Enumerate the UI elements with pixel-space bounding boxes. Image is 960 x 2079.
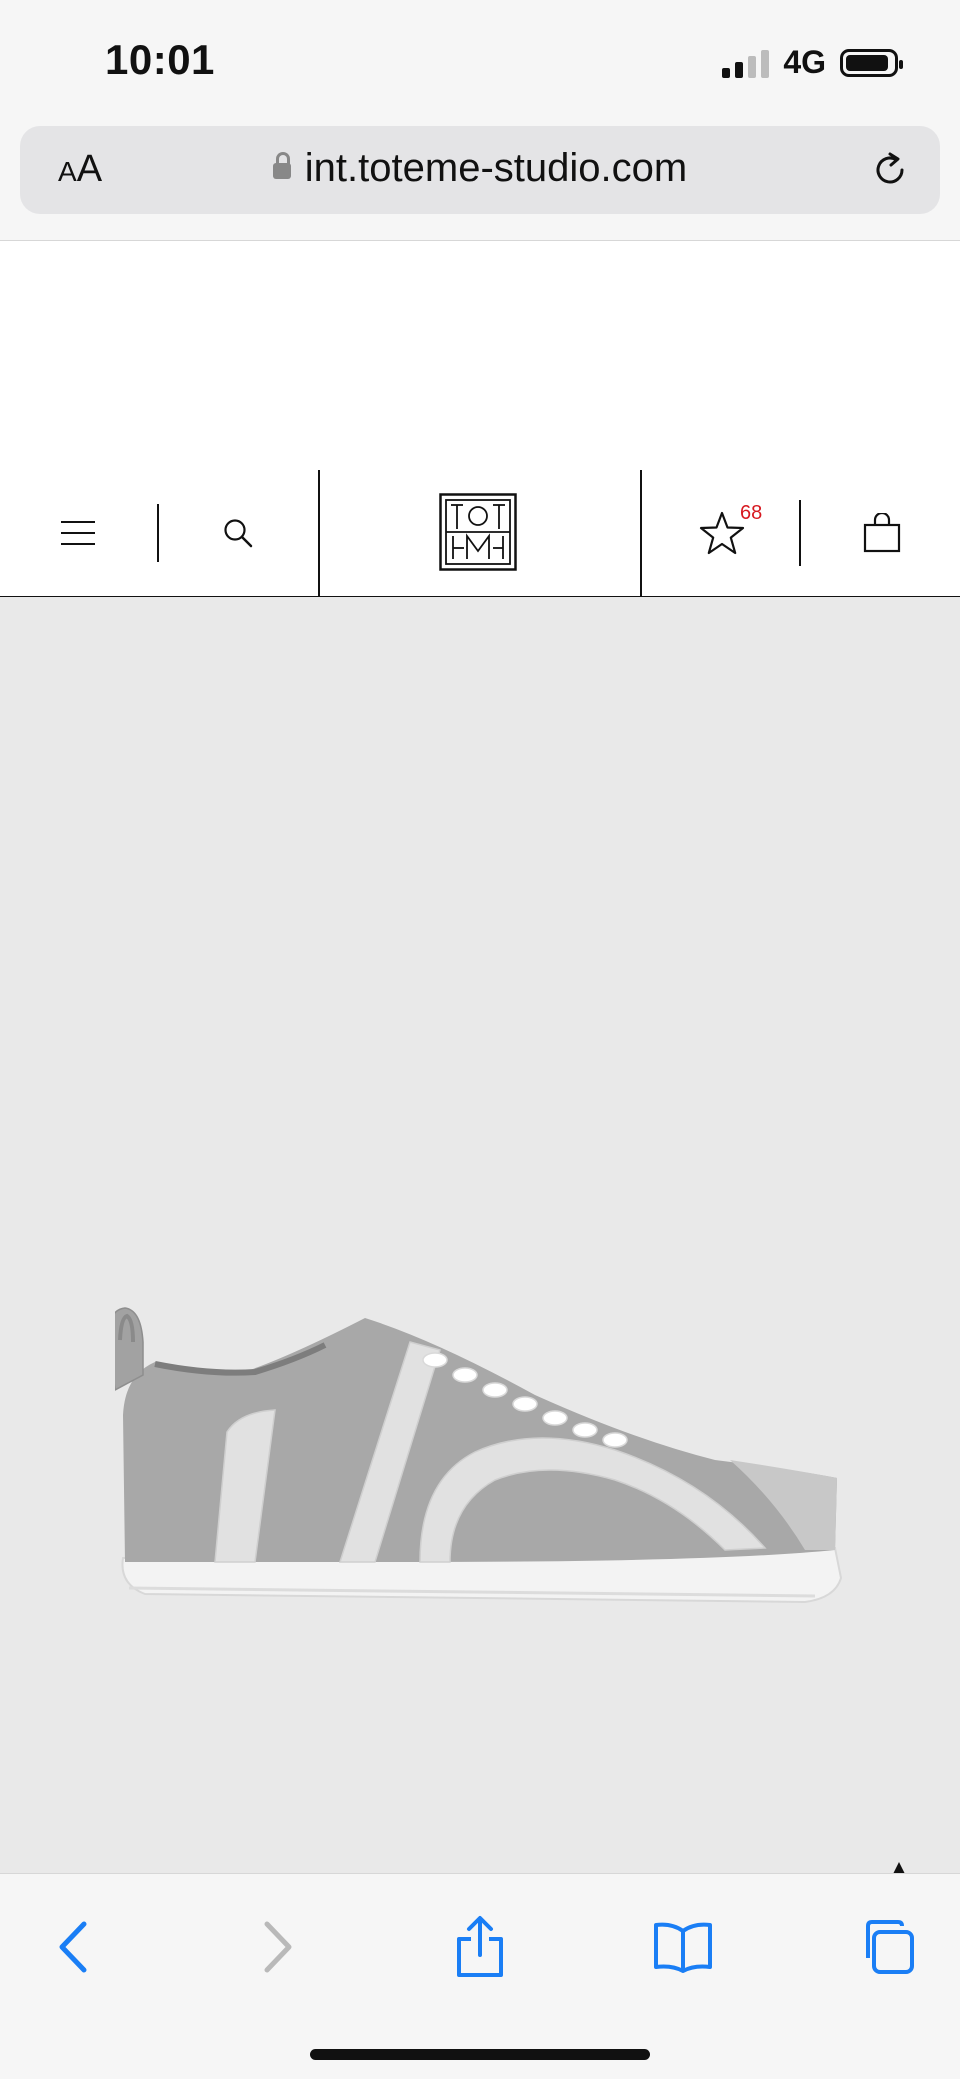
bookmarks-icon	[654, 1922, 712, 1973]
signal-icon	[722, 48, 770, 78]
toteme-logo-icon	[439, 493, 517, 571]
lock-icon	[272, 152, 291, 179]
bookmarks-button[interactable]	[648, 1912, 718, 1982]
address-bar[interactable]: AA int.toteme-studio.com	[20, 126, 940, 214]
divider	[157, 504, 159, 562]
search-button[interactable]	[210, 510, 266, 556]
shopping-bag-icon	[863, 513, 901, 553]
address-bar-area: AA int.toteme-studio.com	[0, 120, 960, 241]
star-icon	[699, 511, 745, 555]
product-image-area[interactable]	[0, 597, 960, 1873]
network-type: 4G	[783, 44, 826, 80]
back-icon	[59, 1921, 87, 1973]
tabs-icon	[866, 1920, 914, 1974]
status-bar: 10:01 4G	[0, 0, 960, 120]
divider	[799, 500, 801, 566]
site-header: 68	[0, 470, 960, 598]
battery-icon	[840, 48, 903, 77]
forward-icon	[264, 1921, 292, 1973]
menu-button[interactable]	[50, 510, 106, 556]
url-field[interactable]: int.toteme-studio.com	[20, 146, 940, 191]
home-indicator[interactable]	[310, 2049, 650, 2060]
wishlist-count-badge: 68	[740, 502, 763, 524]
logo-link[interactable]	[438, 492, 518, 572]
cart-button[interactable]	[854, 508, 910, 558]
status-time: 10:01	[105, 36, 215, 83]
divider	[640, 470, 642, 596]
forward-button[interactable]	[243, 1912, 313, 1982]
back-button[interactable]	[38, 1912, 108, 1982]
sneaker-image[interactable]	[115, 1300, 850, 1620]
hamburger-icon	[61, 521, 95, 545]
tabs-button[interactable]	[852, 1912, 922, 1982]
reload-icon[interactable]	[868, 148, 912, 192]
divider	[318, 470, 320, 596]
url-text: int.toteme-studio.com	[304, 146, 688, 190]
share-button[interactable]	[445, 1912, 515, 1982]
share-icon	[457, 1916, 503, 1977]
status-indicators: 4G	[722, 44, 903, 81]
search-icon	[224, 519, 253, 548]
